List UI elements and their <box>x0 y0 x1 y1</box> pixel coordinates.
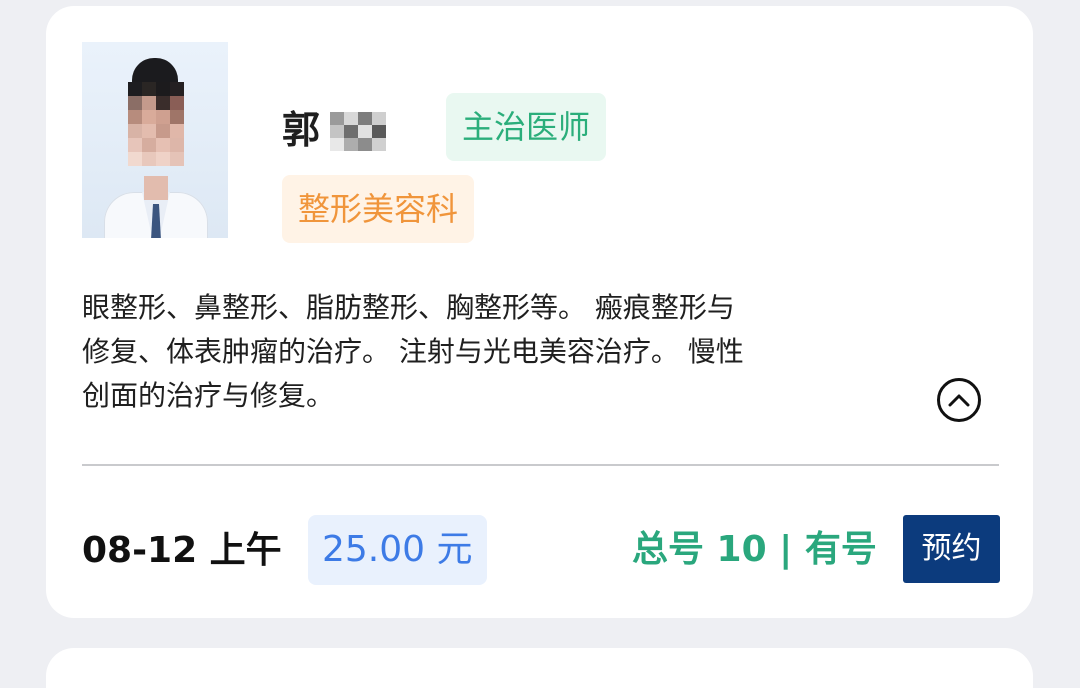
book-button[interactable]: 预约 <box>903 515 1000 583</box>
doctor-title-tag: 主治医师 <box>446 93 607 161</box>
divider <box>82 464 999 466</box>
description-line: 眼整形、鼻整形、脂肪整形、胸整形等。 瘢痕整形与 <box>82 291 735 324</box>
name-mosaic <box>330 112 388 151</box>
description-line: 修复、体表肿瘤的治疗。 注射与光电美容治疗。 慢性 <box>82 335 744 368</box>
doctor-name: 郭 <box>282 108 321 152</box>
avatar-mosaic <box>128 82 184 194</box>
chevron-up-circle-icon[interactable] <box>937 378 981 422</box>
description-line: 创面的治疗与修复。 <box>82 379 335 412</box>
quota-status: 总号 10 | 有号 <box>632 529 877 570</box>
next-doctor-card <box>46 648 1033 688</box>
department-tag: 整形美容科 <box>282 175 475 243</box>
schedule-date-session: 08-12 上午 <box>82 530 282 571</box>
doctor-avatar <box>82 42 228 238</box>
price-badge: 25.00 元 <box>308 515 487 585</box>
doctor-description: 眼整形、鼻整形、脂肪整形、胸整形等。 瘢痕整形与 修复、体表肿瘤的治疗。 注射与… <box>82 286 902 418</box>
